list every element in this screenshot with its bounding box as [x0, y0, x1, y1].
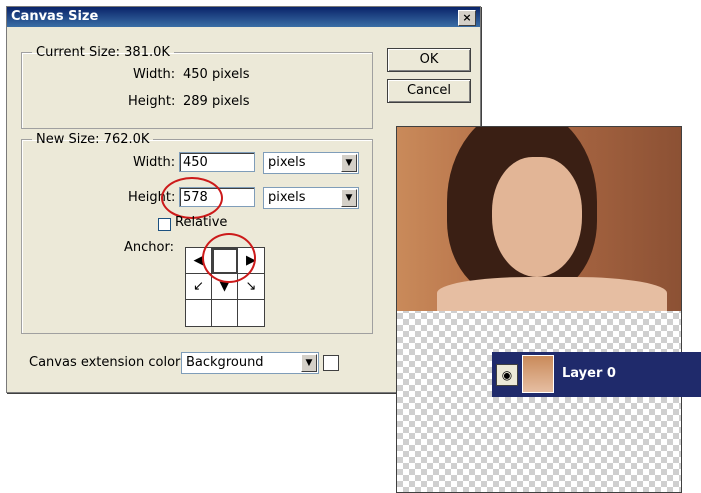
current-width-label: Width:: [133, 67, 176, 82]
current-width-value: 450 pixels: [183, 67, 250, 82]
anchor-bottom-left[interactable]: [186, 300, 212, 326]
relative-checkbox[interactable]: [158, 218, 171, 231]
width-unit-value: pixels: [268, 155, 306, 170]
width-input[interactable]: 450: [179, 152, 255, 172]
chevron-down-icon[interactable]: ▼: [301, 354, 317, 372]
layer-row[interactable]: ◉ Layer 0: [492, 352, 701, 397]
anchor-middle-left[interactable]: ↙: [186, 274, 212, 300]
close-button[interactable]: ×: [458, 10, 476, 26]
extension-color-swatch[interactable]: [323, 355, 339, 371]
ok-button[interactable]: OK: [387, 48, 471, 72]
new-size-legend: New Size: 762.0K: [36, 132, 150, 147]
anchor-label: Anchor:: [124, 240, 174, 255]
eye-icon[interactable]: ◉: [496, 364, 518, 386]
extension-color-select[interactable]: Background ▼: [181, 352, 319, 374]
anchor-bottom-right[interactable]: [238, 300, 264, 326]
extension-color-value: Background: [186, 355, 264, 370]
anchor-highlight-ring: [202, 233, 256, 283]
photo-arms: [437, 277, 667, 311]
current-size-group: Current Size: 381.0K: [21, 45, 373, 129]
width-unit-select[interactable]: pixels ▼: [263, 152, 359, 174]
dialog-title: Canvas Size: [11, 9, 99, 24]
new-width-label: Width:: [133, 155, 176, 170]
chevron-down-icon[interactable]: ▼: [341, 154, 357, 172]
current-height-label: Height:: [128, 94, 176, 109]
title-bar[interactable]: Canvas Size ×: [7, 7, 480, 27]
cancel-button[interactable]: Cancel: [387, 79, 471, 103]
extension-color-label: Canvas extension color:: [29, 355, 185, 370]
canvas-preview: [396, 126, 682, 493]
current-size-legend: Current Size: 381.0K: [36, 45, 170, 60]
portrait-photo: [397, 127, 681, 311]
layer-name: Layer 0: [562, 366, 616, 381]
relative-label: Relative: [175, 215, 228, 230]
current-height-value: 289 pixels: [183, 94, 250, 109]
height-highlight-ring: [161, 177, 223, 219]
anchor-bottom-center[interactable]: [212, 300, 238, 326]
photo-face: [492, 157, 582, 277]
layer-thumbnail: [522, 355, 554, 393]
chevron-down-icon[interactable]: ▼: [341, 189, 357, 207]
height-unit-value: pixels: [268, 190, 306, 205]
height-unit-select[interactable]: pixels ▼: [263, 187, 359, 209]
